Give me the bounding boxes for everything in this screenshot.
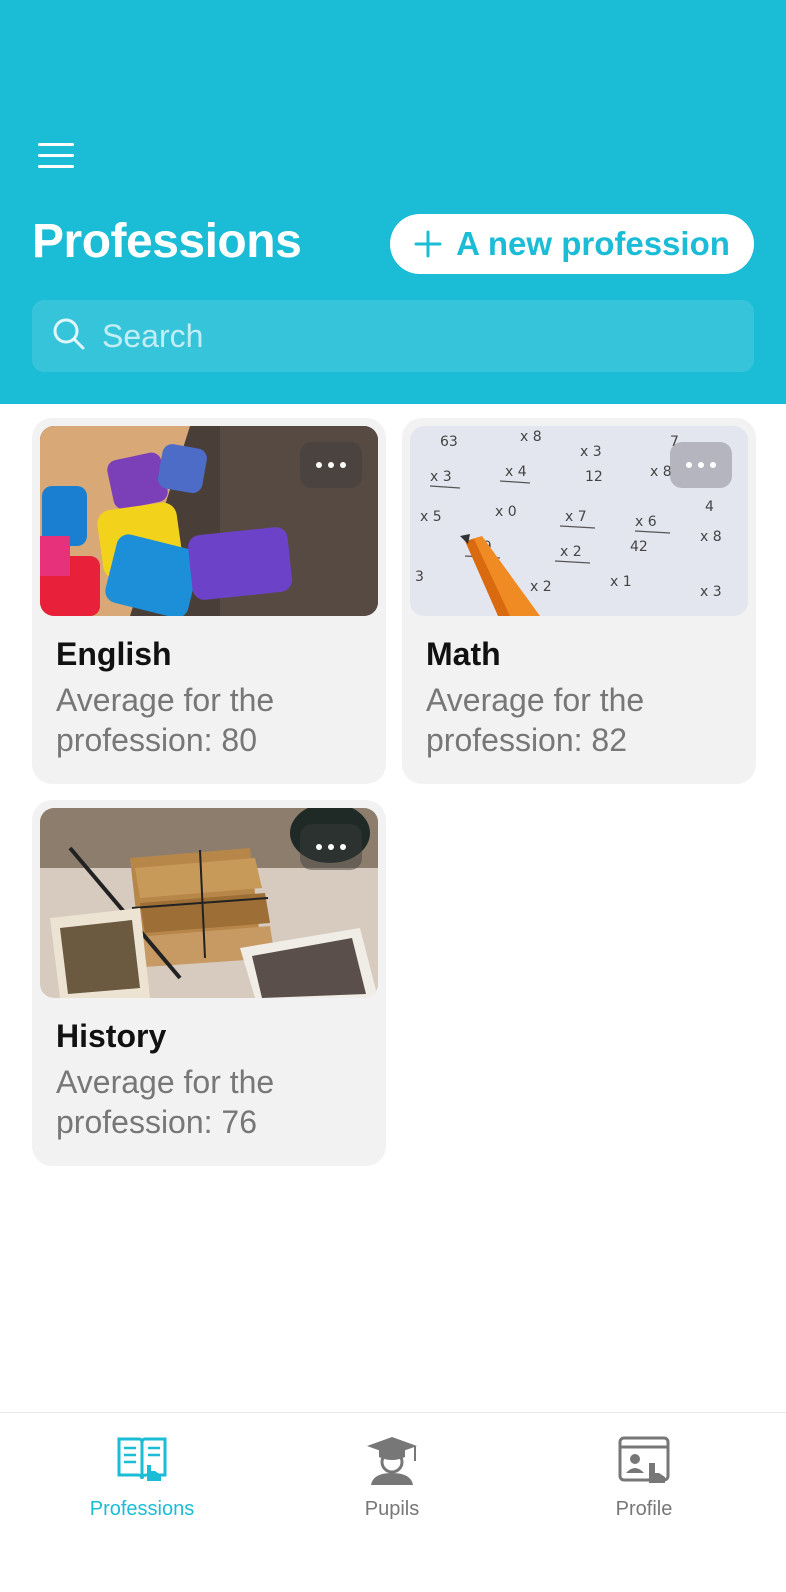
svg-text:x 8: x 8 xyxy=(650,464,672,480)
svg-text:x 8: x 8 xyxy=(520,429,542,445)
svg-text:x 3: x 3 xyxy=(700,584,722,600)
svg-text:x 3: x 3 xyxy=(430,469,452,485)
profession-card-history[interactable]: History Average for the profession: 76 xyxy=(32,800,386,1166)
svg-text:x 5: x 5 xyxy=(420,509,442,525)
book-icon xyxy=(115,1435,169,1492)
svg-text:x 8: x 8 xyxy=(700,529,722,545)
card-average: Average for the profession: 76 xyxy=(56,1064,275,1140)
search-bar[interactable] xyxy=(32,300,754,372)
menu-icon[interactable] xyxy=(36,140,76,174)
svg-text:x 4: x 4 xyxy=(505,464,527,480)
card-average: Average for the profession: 80 xyxy=(56,682,275,758)
svg-text:x 7: x 7 xyxy=(565,509,587,525)
svg-text:x 2: x 2 xyxy=(530,579,552,595)
old-books-image xyxy=(40,808,378,998)
search-icon xyxy=(52,317,86,356)
search-input[interactable] xyxy=(102,317,702,355)
card-title: Math xyxy=(426,636,501,672)
nav-professions[interactable]: Professions xyxy=(42,1435,242,1521)
card-title: History xyxy=(56,1018,167,1054)
svg-text:x 6: x 6 xyxy=(635,514,657,530)
more-options-button[interactable] xyxy=(300,824,362,870)
profession-card-math[interactable]: 63x 8x 37 x 3x 412x 8 x 5x 0x 7x 64 x 9x… xyxy=(402,418,756,784)
header: Professions A new profession xyxy=(0,0,786,404)
profile-screen-icon xyxy=(617,1435,671,1492)
svg-text:4: 4 xyxy=(705,499,714,515)
profession-card-english[interactable]: English Average for the profession: 80 xyxy=(32,418,386,784)
card-average: Average for the profession: 82 xyxy=(426,682,645,758)
bottom-navigation: Professions Pupils Profile xyxy=(0,1412,786,1592)
svg-text:x 3: x 3 xyxy=(580,444,602,460)
alphabet-blocks-image xyxy=(40,426,378,616)
nav-pupils[interactable]: Pupils xyxy=(292,1435,492,1521)
svg-text:x 2: x 2 xyxy=(560,544,582,560)
page-title: Professions xyxy=(32,215,302,268)
math-worksheet-image: 63x 8x 37 x 3x 412x 8 x 5x 0x 7x 64 x 9x… xyxy=(410,426,748,616)
nav-pupils-label: Pupils xyxy=(364,1498,420,1520)
svg-text:3: 3 xyxy=(415,569,424,585)
svg-text:x 0: x 0 xyxy=(495,504,517,520)
nav-professions-label: Professions xyxy=(89,1498,195,1520)
new-profession-label: A new profession xyxy=(456,225,730,262)
more-options-button[interactable] xyxy=(670,442,732,488)
svg-text:42: 42 xyxy=(630,539,648,555)
nav-profile-label: Profile xyxy=(615,1498,673,1520)
svg-text:x 1: x 1 xyxy=(610,574,632,590)
nav-profile[interactable]: Profile xyxy=(544,1435,744,1521)
card-title: English xyxy=(56,636,172,672)
new-profession-button[interactable]: A new profession xyxy=(390,214,754,274)
plus-icon xyxy=(414,230,442,258)
svg-text:12: 12 xyxy=(585,469,603,485)
graduate-icon xyxy=(365,1435,419,1492)
svg-text:63: 63 xyxy=(440,434,458,450)
more-options-button[interactable] xyxy=(300,442,362,488)
